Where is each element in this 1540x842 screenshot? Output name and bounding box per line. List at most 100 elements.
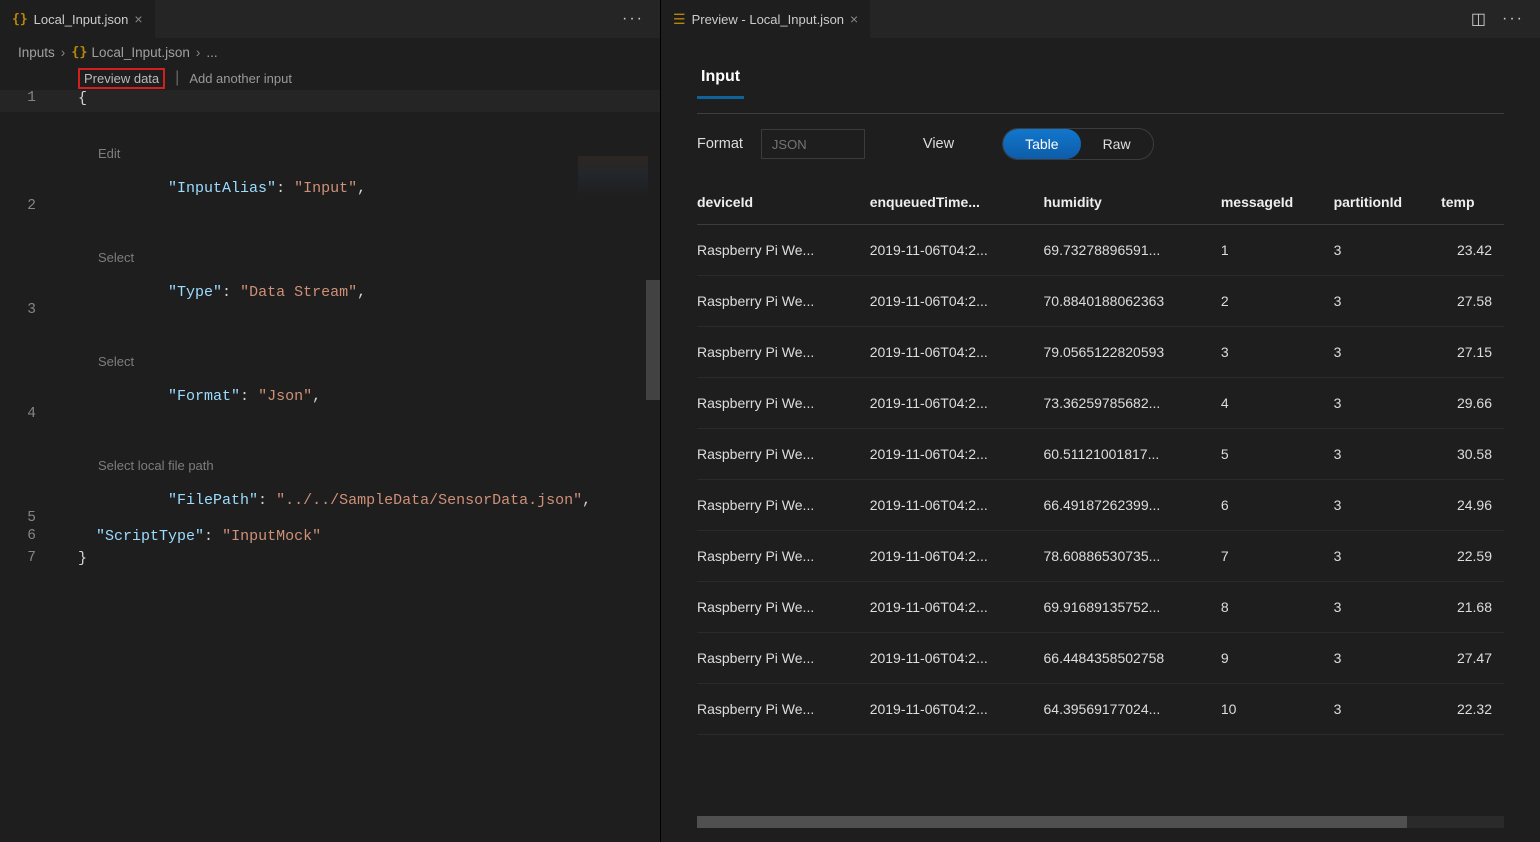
table-cell: 29.66 <box>1441 378 1504 429</box>
toggle-table-button[interactable]: Table <box>1003 129 1080 159</box>
table-cell: Raspberry Pi We... <box>697 531 870 582</box>
horizontal-scrollbar[interactable] <box>697 816 1504 828</box>
table-row[interactable]: Raspberry Pi We...2019-11-06T04:2...64.3… <box>697 684 1504 735</box>
code-key: "Type" <box>168 284 222 301</box>
tab-title: Preview - Local_Input.json <box>692 12 844 27</box>
table-cell: 2019-11-06T04:2... <box>870 225 1044 276</box>
editor-area[interactable]: 1{ 2 Edit "InputAlias": "Input", 3 Selec… <box>0 90 660 842</box>
table-row[interactable]: Raspberry Pi We...2019-11-06T04:2...73.3… <box>697 378 1504 429</box>
chevron-right-icon: › <box>196 45 201 60</box>
table-row[interactable]: Raspberry Pi We...2019-11-06T04:2...70.8… <box>697 276 1504 327</box>
table-cell: 78.60886530735... <box>1044 531 1221 582</box>
table-cell: Raspberry Pi We... <box>697 429 870 480</box>
table-cell: 2 <box>1221 276 1334 327</box>
inlay-hint: Select local file path <box>78 458 591 473</box>
table-cell: 2019-11-06T04:2... <box>870 276 1044 327</box>
code-key: "InputAlias" <box>168 180 276 197</box>
column-header[interactable]: humidity <box>1044 180 1221 225</box>
code-key: "FilePath" <box>168 492 258 509</box>
table-cell: 24.96 <box>1441 480 1504 531</box>
codelens-row: Preview data | Add another input <box>0 66 660 90</box>
bc-file[interactable]: Local_Input.json <box>92 45 190 60</box>
tab-bar-left: {} Local_Input.json × ··· <box>0 0 660 38</box>
column-header[interactable]: partitionId <box>1334 180 1442 225</box>
table-cell: 10 <box>1221 684 1334 735</box>
format-input[interactable] <box>761 129 865 159</box>
table-cell: 66.4484358502758 <box>1044 633 1221 684</box>
table-cell: 22.32 <box>1441 684 1504 735</box>
sub-tab-input[interactable]: Input <box>697 58 744 99</box>
toggle-raw-button[interactable]: Raw <box>1081 129 1153 159</box>
table-cell: 69.91689135752... <box>1044 582 1221 633</box>
table-cell: 2019-11-06T04:2... <box>870 327 1044 378</box>
column-header[interactable]: deviceId <box>697 180 870 225</box>
column-header[interactable]: messageId <box>1221 180 1334 225</box>
more-actions-button[interactable]: ··· <box>1494 6 1532 32</box>
bc-root[interactable]: Inputs <box>18 45 55 60</box>
more-actions-button[interactable]: ··· <box>614 6 652 32</box>
preview-panel: ☰ Preview - Local_Input.json × ◫ ··· Inp… <box>660 0 1540 842</box>
column-header[interactable]: temp <box>1441 180 1504 225</box>
table-row[interactable]: Raspberry Pi We...2019-11-06T04:2...66.4… <box>697 480 1504 531</box>
table-cell: Raspberry Pi We... <box>697 633 870 684</box>
code-key: "Format" <box>168 388 240 405</box>
breadcrumb[interactable]: Inputs › {} Local_Input.json › ... <box>0 38 660 66</box>
view-toggle: Table Raw <box>1002 128 1153 160</box>
chevron-right-icon: › <box>61 45 66 60</box>
table-cell: 5 <box>1221 429 1334 480</box>
table-cell: 3 <box>1334 327 1442 378</box>
codelens-preview-data[interactable]: Preview data <box>78 68 165 89</box>
table-cell: Raspberry Pi We... <box>697 684 870 735</box>
code-value: "InputMock" <box>222 528 321 545</box>
table-cell: 2019-11-06T04:2... <box>870 480 1044 531</box>
view-label: View <box>923 136 954 152</box>
code-text: } <box>78 550 87 567</box>
table-row[interactable]: Raspberry Pi We...2019-11-06T04:2...69.7… <box>697 225 1504 276</box>
table-cell: Raspberry Pi We... <box>697 582 870 633</box>
table-cell: 73.36259785682... <box>1044 378 1221 429</box>
minimap[interactable] <box>578 156 648 196</box>
codelens-add-input[interactable]: Add another input <box>189 71 292 86</box>
table-cell: 64.39569177024... <box>1044 684 1221 735</box>
table-cell: 2019-11-06T04:2... <box>870 633 1044 684</box>
table-cell: 3 <box>1334 480 1442 531</box>
inlay-hint: Select <box>78 354 321 369</box>
column-header[interactable]: enqueuedTime... <box>870 180 1044 225</box>
code-key: "ScriptType" <box>96 528 204 545</box>
vertical-scrollbar[interactable] <box>646 280 660 400</box>
table-row[interactable]: Raspberry Pi We...2019-11-06T04:2...79.0… <box>697 327 1504 378</box>
divider <box>697 113 1504 114</box>
close-icon[interactable]: × <box>850 11 858 27</box>
table-cell: Raspberry Pi We... <box>697 276 870 327</box>
table-cell: Raspberry Pi We... <box>697 327 870 378</box>
inlay-hint: Edit <box>78 146 366 161</box>
table-cell: Raspberry Pi We... <box>697 225 870 276</box>
table-cell: 3 <box>1334 429 1442 480</box>
table-cell: 23.42 <box>1441 225 1504 276</box>
split-editor-icon[interactable]: ◫ <box>1471 9 1486 29</box>
table-cell: 70.8840188062363 <box>1044 276 1221 327</box>
table-row[interactable]: Raspberry Pi We...2019-11-06T04:2...78.6… <box>697 531 1504 582</box>
controls-row: Format View Table Raw <box>697 128 1504 160</box>
table-cell: 7 <box>1221 531 1334 582</box>
close-icon[interactable]: × <box>134 11 142 27</box>
bc-tail[interactable]: ... <box>206 45 217 60</box>
json-file-icon: {} <box>12 12 28 27</box>
tab-preview[interactable]: ☰ Preview - Local_Input.json × <box>661 0 871 38</box>
table-row[interactable]: Raspberry Pi We...2019-11-06T04:2...66.4… <box>697 633 1504 684</box>
table-row[interactable]: Raspberry Pi We...2019-11-06T04:2...69.9… <box>697 582 1504 633</box>
code-value: "Input" <box>294 180 357 197</box>
table-cell: 6 <box>1221 480 1334 531</box>
table-cell: 3 <box>1221 327 1334 378</box>
code-text: { <box>78 90 87 107</box>
tab-local-input[interactable]: {} Local_Input.json × <box>0 0 156 38</box>
preview-file-icon: ☰ <box>673 11 686 28</box>
table-cell: 1 <box>1221 225 1334 276</box>
table-cell: 79.0565122820593 <box>1044 327 1221 378</box>
table-cell: 3 <box>1334 225 1442 276</box>
data-table: deviceIdenqueuedTime...humiditymessageId… <box>697 180 1504 735</box>
table-cell: 21.68 <box>1441 582 1504 633</box>
table-row[interactable]: Raspberry Pi We...2019-11-06T04:2...60.5… <box>697 429 1504 480</box>
table-cell: 27.47 <box>1441 633 1504 684</box>
table-cell: 2019-11-06T04:2... <box>870 582 1044 633</box>
